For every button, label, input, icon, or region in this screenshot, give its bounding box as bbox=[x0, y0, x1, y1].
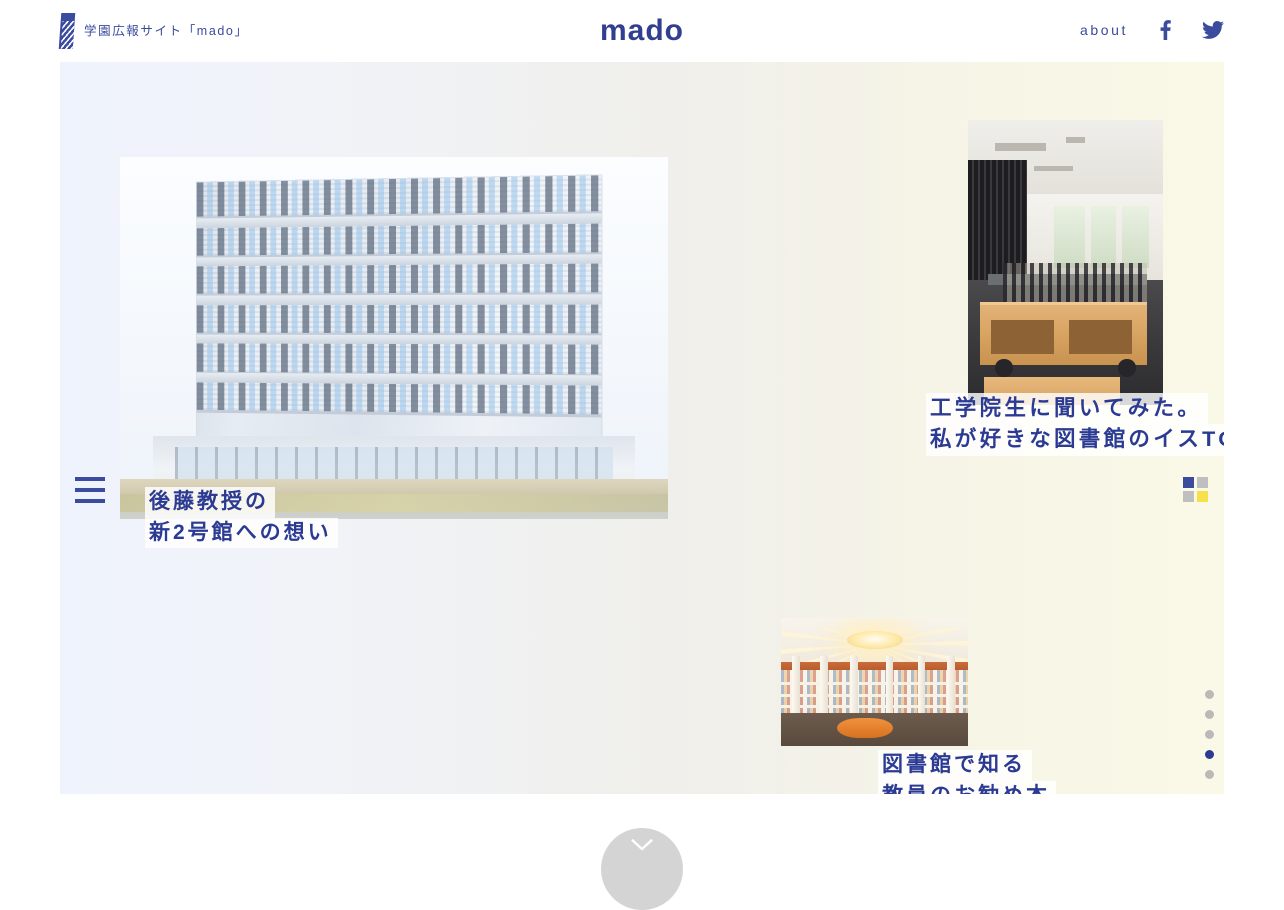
grid-square-3 bbox=[1183, 491, 1194, 502]
carousel-pagination bbox=[1205, 690, 1214, 779]
site-logo[interactable]: mado bbox=[600, 16, 684, 46]
twitter-icon[interactable] bbox=[1202, 19, 1224, 41]
hamburger-menu-icon[interactable] bbox=[75, 472, 105, 508]
article-photo-round-library[interactable] bbox=[781, 618, 968, 746]
article-title-line: 教員のお勧め本 bbox=[878, 781, 1056, 794]
site-header: 学園広報サイト「mado」 mado about bbox=[0, 0, 1284, 62]
article-title-building: 後藤教授の 新2号館への想い bbox=[145, 487, 338, 548]
grid-square-4 bbox=[1197, 491, 1208, 502]
pagination-dot[interactable] bbox=[1205, 770, 1214, 779]
grid-square-1 bbox=[1183, 477, 1194, 488]
site-logo-text: mado bbox=[600, 16, 684, 46]
article-title-recommended-books: 図書館で知る 教員のお勧め本 bbox=[878, 750, 1056, 794]
facebook-icon[interactable] bbox=[1154, 19, 1176, 41]
hamburger-bar bbox=[75, 488, 105, 492]
article-card-library-chairs[interactable]: 工学院生に聞いてみた。 私が好きな図書館のイスTOP5 bbox=[908, 120, 1224, 465]
article-title-library-chairs: 工学院生に聞いてみた。 私が好きな図書館のイスTOP5 bbox=[926, 393, 1224, 456]
scroll-down-button[interactable] bbox=[601, 828, 683, 910]
pagination-dot[interactable] bbox=[1205, 750, 1214, 759]
grid-square-2 bbox=[1197, 477, 1208, 488]
article-photo-library-chairs[interactable] bbox=[968, 120, 1163, 405]
article-card-building[interactable]: 後藤教授の 新2号館への想い bbox=[120, 157, 668, 617]
view-switcher-icon[interactable] bbox=[1183, 477, 1208, 503]
article-title-line: 後藤教授の bbox=[145, 487, 275, 518]
article-title-line: 私が好きな図書館のイスTOP5 bbox=[926, 424, 1224, 455]
article-photo-building[interactable] bbox=[120, 157, 668, 519]
article-title-line: 新2号館への想い bbox=[145, 518, 338, 549]
mado-logo-mark-icon bbox=[59, 13, 76, 49]
article-title-line: 工学院生に聞いてみた。 bbox=[926, 393, 1208, 424]
header-nav: about bbox=[1080, 14, 1224, 46]
hamburger-bar bbox=[75, 477, 105, 481]
pagination-dot[interactable] bbox=[1205, 730, 1214, 739]
article-card-recommended-books[interactable]: 図書館で知る 教員のお勧め本 bbox=[781, 618, 1111, 794]
brand-tagline: 学園広報サイト「mado」 bbox=[84, 25, 249, 38]
chevron-down-icon bbox=[631, 839, 653, 852]
pagination-dot[interactable] bbox=[1205, 710, 1214, 719]
hamburger-bar bbox=[75, 499, 105, 503]
brand-link[interactable]: 学園広報サイト「mado」 bbox=[60, 13, 249, 49]
pagination-dot[interactable] bbox=[1205, 690, 1214, 699]
hero-carousel: 後藤教授の 新2号館への想い 工学院生に聞いてみた。 私が好きな図書館のイスT … bbox=[60, 62, 1224, 794]
article-title-line: 図書館で知る bbox=[878, 750, 1032, 781]
nav-about-link[interactable]: about bbox=[1080, 23, 1128, 37]
